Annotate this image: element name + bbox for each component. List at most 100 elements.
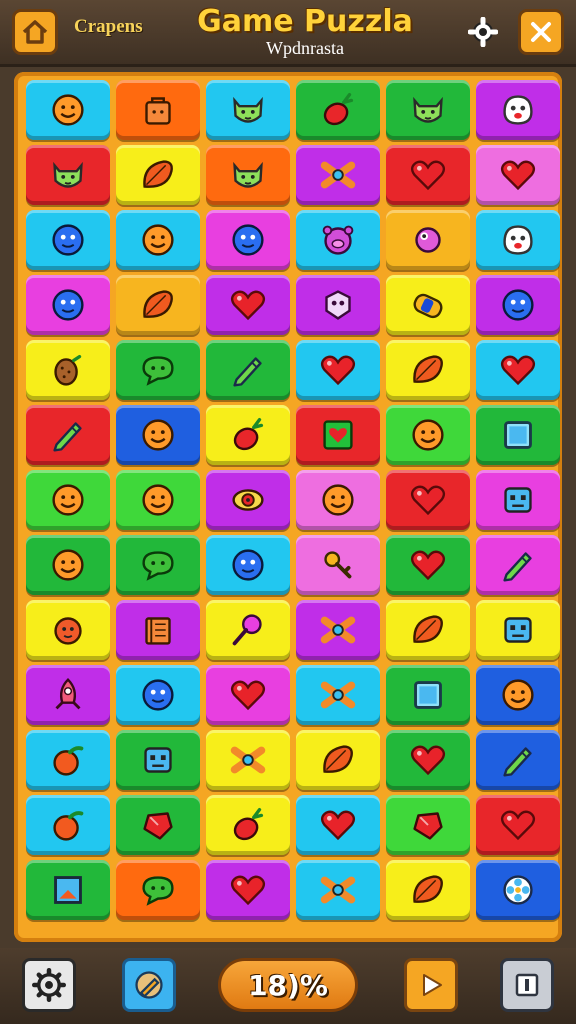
puzzle-tile[interactable] xyxy=(116,275,200,335)
puzzle-tile[interactable] xyxy=(26,860,110,920)
puzzle-tile[interactable] xyxy=(116,600,200,660)
puzzle-tile[interactable] xyxy=(26,730,110,790)
puzzle-tile[interactable] xyxy=(116,730,200,790)
puzzle-tile[interactable] xyxy=(26,210,110,270)
puzzle-tile[interactable] xyxy=(296,275,380,335)
puzzle-tile[interactable] xyxy=(116,470,200,530)
puzzle-tile[interactable] xyxy=(296,535,380,595)
puzzle-tile[interactable] xyxy=(386,860,470,920)
puzzle-tile[interactable] xyxy=(476,470,560,530)
puzzle-tile[interactable] xyxy=(116,535,200,595)
puzzle-tile[interactable] xyxy=(26,80,110,140)
puzzle-tile[interactable] xyxy=(116,340,200,400)
puzzle-tile[interactable] xyxy=(116,145,200,205)
hint-button[interactable] xyxy=(122,958,176,1012)
puzzle-tile[interactable] xyxy=(386,795,470,855)
puzzle-tile[interactable] xyxy=(206,470,290,530)
puzzle-tile[interactable] xyxy=(476,535,560,595)
puzzle-tile[interactable] xyxy=(26,535,110,595)
puzzle-tile[interactable] xyxy=(386,665,470,725)
smiley-face-icon xyxy=(502,679,534,711)
puzzle-tile[interactable] xyxy=(206,210,290,270)
blob-face-icon xyxy=(142,679,174,711)
mode-label: Crapens xyxy=(74,16,143,37)
puzzle-tile[interactable] xyxy=(476,275,560,335)
puzzle-tile[interactable] xyxy=(476,80,560,140)
square-icon xyxy=(414,681,442,709)
puzzle-tile[interactable] xyxy=(386,145,470,205)
puzzle-tile[interactable] xyxy=(206,145,290,205)
top-bar: Crapens Game Puzzla Wpdnrasta xyxy=(0,0,576,67)
puzzle-tile[interactable] xyxy=(26,600,110,660)
puzzle-tile[interactable] xyxy=(206,730,290,790)
puzzle-tile[interactable] xyxy=(296,80,380,140)
puzzle-tile[interactable] xyxy=(116,210,200,270)
puzzle-tile[interactable] xyxy=(476,665,560,725)
puzzle-tile[interactable] xyxy=(116,405,200,465)
puzzle-tile[interactable] xyxy=(386,470,470,530)
puzzle-tile[interactable] xyxy=(116,80,200,140)
puzzle-tile[interactable] xyxy=(476,145,560,205)
puzzle-tile[interactable] xyxy=(206,275,290,335)
puzzle-tile[interactable] xyxy=(26,665,110,725)
puzzle-tile[interactable] xyxy=(26,405,110,465)
puzzle-tile[interactable] xyxy=(116,795,200,855)
key-icon xyxy=(324,551,352,579)
leaf-icon xyxy=(413,875,443,903)
pause-button[interactable] xyxy=(500,958,554,1012)
rocket-icon xyxy=(55,677,81,710)
puzzle-tile[interactable] xyxy=(296,600,380,660)
puzzle-tile[interactable] xyxy=(296,340,380,400)
puzzle-tile[interactable] xyxy=(296,795,380,855)
play-button[interactable] xyxy=(404,958,458,1012)
puzzle-tile[interactable] xyxy=(206,535,290,595)
puzzle-tile[interactable] xyxy=(206,80,290,140)
puzzle-tile[interactable] xyxy=(386,80,470,140)
puzzle-tile[interactable] xyxy=(26,340,110,400)
puzzle-tile[interactable] xyxy=(206,665,290,725)
puzzle-tile[interactable] xyxy=(386,340,470,400)
cat-face-icon xyxy=(233,96,263,123)
bow-icon xyxy=(320,876,356,904)
puzzle-tile[interactable] xyxy=(296,210,380,270)
puzzle-tile[interactable] xyxy=(476,340,560,400)
puzzle-tile[interactable] xyxy=(476,600,560,660)
puzzle-tile[interactable] xyxy=(476,210,560,270)
puzzle-tile[interactable] xyxy=(206,340,290,400)
bow-icon xyxy=(320,681,356,709)
puzzle-tile[interactable] xyxy=(386,730,470,790)
puzzle-tile[interactable] xyxy=(206,795,290,855)
puzzle-tile[interactable] xyxy=(26,795,110,855)
puzzle-tile[interactable] xyxy=(386,600,470,660)
close-button[interactable] xyxy=(518,9,564,55)
puzzle-tile[interactable] xyxy=(296,730,380,790)
puzzle-tile[interactable] xyxy=(296,860,380,920)
settings-top-button[interactable] xyxy=(460,9,506,55)
puzzle-tile[interactable] xyxy=(386,275,470,335)
puzzle-tile[interactable] xyxy=(116,860,200,920)
puzzle-tile[interactable] xyxy=(26,275,110,335)
puzzle-tile[interactable] xyxy=(206,860,290,920)
puzzle-tile[interactable] xyxy=(26,145,110,205)
pause-icon xyxy=(515,973,539,997)
puzzle-tile[interactable] xyxy=(206,600,290,660)
puzzle-tile[interactable] xyxy=(116,665,200,725)
puzzle-tile[interactable] xyxy=(206,405,290,465)
puzzle-tile[interactable] xyxy=(26,470,110,530)
puzzle-tile[interactable] xyxy=(296,145,380,205)
puzzle-tile[interactable] xyxy=(476,795,560,855)
puzzle-tile[interactable] xyxy=(476,860,560,920)
puzzle-tile[interactable] xyxy=(386,535,470,595)
settings-button[interactable] xyxy=(22,958,76,1012)
puzzle-tile[interactable] xyxy=(476,405,560,465)
puzzle-tile[interactable] xyxy=(296,470,380,530)
puzzle-tile[interactable] xyxy=(386,405,470,465)
puzzle-tile[interactable] xyxy=(386,210,470,270)
puzzle-tile[interactable] xyxy=(476,730,560,790)
puzzle-tile[interactable] xyxy=(296,405,380,465)
chat-bubble-icon xyxy=(142,356,174,386)
blob-face-icon xyxy=(232,224,264,256)
puzzle-tile[interactable] xyxy=(296,665,380,725)
home-button[interactable] xyxy=(12,9,58,55)
smiley-face-icon xyxy=(322,484,354,516)
